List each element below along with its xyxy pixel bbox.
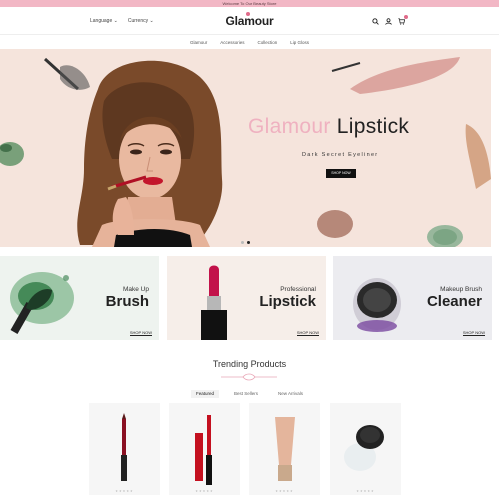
header: Language ⌄ Currency ⌄ Glamour: [0, 7, 499, 35]
rating-stars: ★★★★★: [195, 489, 214, 493]
main-nav: Glamour Accessories Collection Lip Gloss: [0, 36, 499, 48]
cart-count-badge: [404, 15, 408, 19]
banner-shop-now-link[interactable]: SHOP NOW: [296, 330, 319, 336]
tab-best-sellers[interactable]: Best Sellers: [229, 390, 263, 398]
banner-title: Lipstick: [259, 293, 316, 310]
ornament-divider-icon: [221, 373, 277, 381]
hero-image: [0, 57, 491, 247]
banner-shop-now-link[interactable]: SHOP NOW: [129, 330, 152, 336]
product-card[interactable]: ★★★★★: [249, 403, 320, 495]
makeup-brush-decor: [43, 57, 90, 91]
banner-small-text: Make Up: [122, 286, 149, 293]
product-tabs: Featured Best Sellers New Arrivals: [0, 390, 499, 398]
cart-icon[interactable]: [398, 15, 408, 25]
hero-title-accent: Glamour: [248, 115, 331, 138]
hero-subtitle: Dark Secret Eyeliner: [302, 152, 379, 158]
logo[interactable]: Glamour: [0, 12, 499, 28]
banner-shop-now-link[interactable]: SHOP NOW: [462, 330, 485, 336]
hero-slider: Glamour Lipstick Dark Secret Eyeliner SH…: [0, 49, 491, 247]
slider-dots: [241, 241, 250, 244]
user-icon[interactable]: [385, 18, 392, 25]
nav-item-glamour[interactable]: Glamour: [190, 40, 207, 45]
logo-dot: [246, 12, 250, 16]
slider-dot-active[interactable]: [247, 241, 250, 244]
lip-liner-pencil-image: [121, 413, 127, 481]
product-card[interactable]: ★★★★★: [169, 403, 240, 495]
search-icon[interactable]: [372, 18, 379, 25]
product-card[interactable]: ★★★★★: [89, 403, 160, 495]
nav-item-collection[interactable]: Collection: [258, 40, 278, 45]
logo-text: Glamour: [225, 14, 274, 28]
tab-featured[interactable]: Featured: [190, 390, 219, 398]
hero-shop-now-button[interactable]: SHOP NOW: [326, 169, 356, 178]
rating-stars: ★★★★★: [115, 489, 134, 493]
announcement-bar: Welcome To Our Beauty Store: [0, 0, 499, 7]
rating-stars: ★★★★★: [275, 489, 294, 493]
cream-tube-image: [275, 417, 295, 481]
header-icons: [372, 15, 408, 25]
banner-brush[interactable]: Make Up Brush SHOP NOW: [0, 256, 159, 340]
banner-title: Cleaner: [426, 293, 482, 310]
banner-title: Brush: [105, 293, 149, 310]
section-title: Trending Products: [212, 359, 287, 369]
lip-gloss-image: [195, 415, 212, 485]
nav-item-lip-gloss[interactable]: Lip Gloss: [290, 40, 309, 45]
hero-title-main: Lipstick: [336, 115, 410, 138]
announcement-text: Welcome To Our Beauty Store: [222, 1, 277, 6]
banner-lipstick[interactable]: Professional Lipstick SHOP NOW: [167, 256, 326, 340]
rating-stars: ★★★★★: [356, 489, 375, 493]
banner-brush-cleaner[interactable]: Makeup Brush Cleaner SHOP NOW: [333, 256, 492, 340]
hero-title: Glamour Lipstick: [248, 115, 409, 139]
banner-small-text: Professional: [280, 286, 316, 293]
slider-dot[interactable]: [241, 241, 244, 244]
loose-powder-image: [344, 425, 384, 471]
nav-item-accessories[interactable]: Accessories: [220, 40, 244, 45]
banner-small-text: Makeup Brush: [440, 286, 482, 293]
tab-new-arrivals[interactable]: New Arrivals: [273, 390, 308, 398]
product-card[interactable]: ★★★★★: [330, 403, 401, 495]
